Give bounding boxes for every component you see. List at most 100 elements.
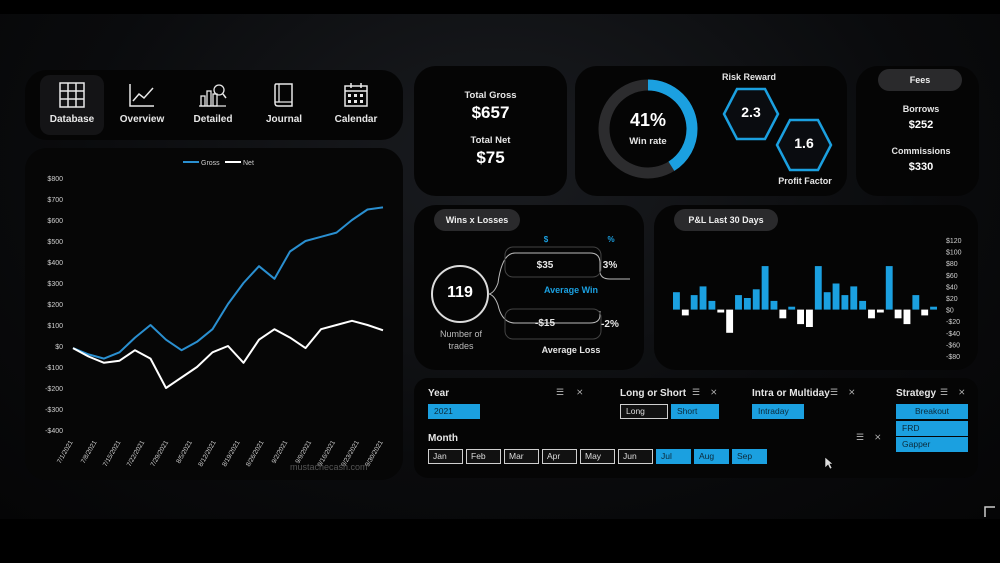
strategy-gapper-button[interactable]: Gapper — [896, 437, 968, 452]
commissions-label: Commissions — [891, 146, 951, 156]
strategy-slicer-title: Strategy — [896, 388, 937, 399]
long-button[interactable]: Long — [620, 404, 668, 419]
nav-journal[interactable]: Journal — [254, 82, 314, 125]
month-sep-button[interactable]: Sep — [732, 449, 767, 464]
total-net-label: Total Net — [470, 135, 511, 146]
totals-card — [414, 66, 567, 196]
multi-select-icon[interactable]: ☰ — [856, 432, 864, 443]
borrows-value: $252 — [908, 119, 934, 131]
wins-losses-title: Wins x Losses — [434, 209, 520, 231]
x-tick-label: 7/1/2021 — [56, 439, 75, 465]
clear-filter-icon[interactable]: ⨯ — [874, 432, 882, 443]
month-feb-button[interactable]: Feb — [466, 449, 501, 464]
legend-label-gross: Gross — [201, 160, 220, 167]
y-tick-label: -$300 — [45, 407, 63, 414]
col-pct-header: % — [607, 235, 615, 244]
nav-label: Detailed — [193, 114, 233, 125]
pnl-bar — [850, 286, 858, 310]
y-tick-label: -$100 — [45, 365, 63, 372]
y-tick-label: $20 — [946, 296, 958, 303]
pnl-bar — [885, 266, 893, 310]
y-tick-label: -$200 — [45, 386, 63, 393]
risk-reward-label: Risk Reward — [721, 72, 777, 82]
year-slicer-title: Year — [428, 388, 450, 399]
short-button[interactable]: Short — [671, 404, 719, 419]
nav-label: Calendar — [334, 114, 378, 125]
risk-reward-value: 2.3 — [741, 104, 761, 120]
pnl-bar — [921, 309, 929, 316]
avg-loss-pct: -2% — [601, 319, 619, 330]
pnl-bar — [735, 295, 742, 310]
corner-bracket-icon — [984, 506, 995, 517]
month-apr-button[interactable]: Apr — [542, 449, 577, 464]
winrate-label: Win rate — [629, 136, 667, 147]
pnl-bar-chart: $120 $100 $80 $60 $40 $20 $0 -$20 -$40 -$60 -$80 — [673, 238, 962, 361]
clear-filter-icon[interactable]: ⨯ — [576, 387, 584, 398]
x-tick-label: 7/8/2021 — [80, 439, 99, 465]
fees-title: Fees — [878, 69, 962, 91]
multi-select-icon[interactable]: ☰ — [556, 387, 564, 398]
month-may-button[interactable]: May — [580, 449, 615, 464]
pnl-bar — [912, 295, 920, 310]
strategy-breakout-button[interactable]: Breakout — [896, 404, 968, 419]
pnl-bar — [752, 289, 760, 310]
month-aug-button[interactable]: Aug — [694, 449, 729, 464]
series-line-gross — [72, 206, 384, 360]
trades-label: Number of trades — [439, 329, 483, 351]
clear-filter-icon[interactable]: ⨯ — [710, 387, 718, 398]
pnl-bar — [673, 292, 680, 310]
y-tick-label: $60 — [946, 273, 958, 280]
long-short-slicer-title: Long or Short — [620, 388, 687, 399]
pnl-bar — [779, 309, 787, 319]
x-tick-label: 8/26/2021 — [245, 439, 266, 468]
winrate-value: 41% — [629, 110, 667, 130]
y-tick-label: $400 — [47, 260, 63, 267]
y-tick-label: $100 — [47, 323, 63, 330]
y-tick-label: $100 — [946, 250, 962, 257]
borrows-label: Borrows — [902, 104, 940, 114]
pnl-bar — [806, 309, 813, 327]
multi-select-icon[interactable]: ☰ — [940, 387, 948, 398]
multi-select-icon[interactable]: ☰ — [830, 387, 838, 398]
pnl-bar — [717, 309, 725, 313]
nav-overview[interactable]: Overview — [112, 82, 172, 125]
pnl-bar — [876, 309, 884, 313]
total-gross-value: $657 — [471, 103, 510, 122]
profit-factor-label: Profit Factor — [778, 176, 832, 186]
calendar-icon — [344, 83, 368, 107]
pnl-bar — [841, 295, 849, 310]
pnl-bar — [708, 300, 716, 310]
nav-label: Journal — [265, 114, 303, 125]
intraday-button[interactable]: Intraday — [752, 404, 804, 419]
pnl-bar — [823, 292, 831, 310]
strategy-frd-button[interactable]: FRD — [896, 421, 968, 436]
avg-win-dollar: $35 — [536, 260, 554, 271]
avg-loss-dollar: -$15 — [534, 318, 555, 329]
month-mar-button[interactable]: Mar — [504, 449, 539, 464]
clear-filter-icon[interactable]: ⨯ — [958, 387, 966, 398]
month-jun-button[interactable]: Jun — [618, 449, 653, 464]
avg-loss-label: Average Loss — [541, 345, 601, 355]
pnl-bar — [814, 266, 822, 310]
x-tick-label: 9/2/2021 — [271, 439, 290, 465]
y-tick-label: $0 — [946, 308, 954, 315]
x-tick-label: 8/12/2021 — [197, 439, 218, 468]
chart-line-icon — [129, 84, 154, 107]
pnl-bar — [770, 300, 778, 310]
x-tick-label: 8/5/2021 — [175, 439, 194, 465]
nav-calendar[interactable]: Calendar — [326, 82, 386, 125]
month-jul-button[interactable]: Jul — [656, 449, 691, 464]
year-2021-button[interactable]: 2021 — [428, 404, 480, 419]
pnl-bar — [726, 309, 734, 333]
clear-filter-icon[interactable]: ⨯ — [848, 387, 856, 398]
y-tick-label: $300 — [47, 281, 63, 288]
y-tick-label: $80 — [946, 261, 958, 268]
total-gross-label: Total Gross — [464, 90, 517, 101]
nav-detailed[interactable]: Detailed — [183, 82, 243, 125]
pnl-bar — [743, 298, 751, 310]
y-tick-label: $120 — [946, 238, 962, 245]
month-jan-button[interactable]: Jan — [428, 449, 463, 464]
multi-select-icon[interactable]: ☰ — [692, 387, 700, 398]
nav-database[interactable]: Database — [42, 82, 102, 125]
commissions-value: $330 — [908, 161, 934, 173]
